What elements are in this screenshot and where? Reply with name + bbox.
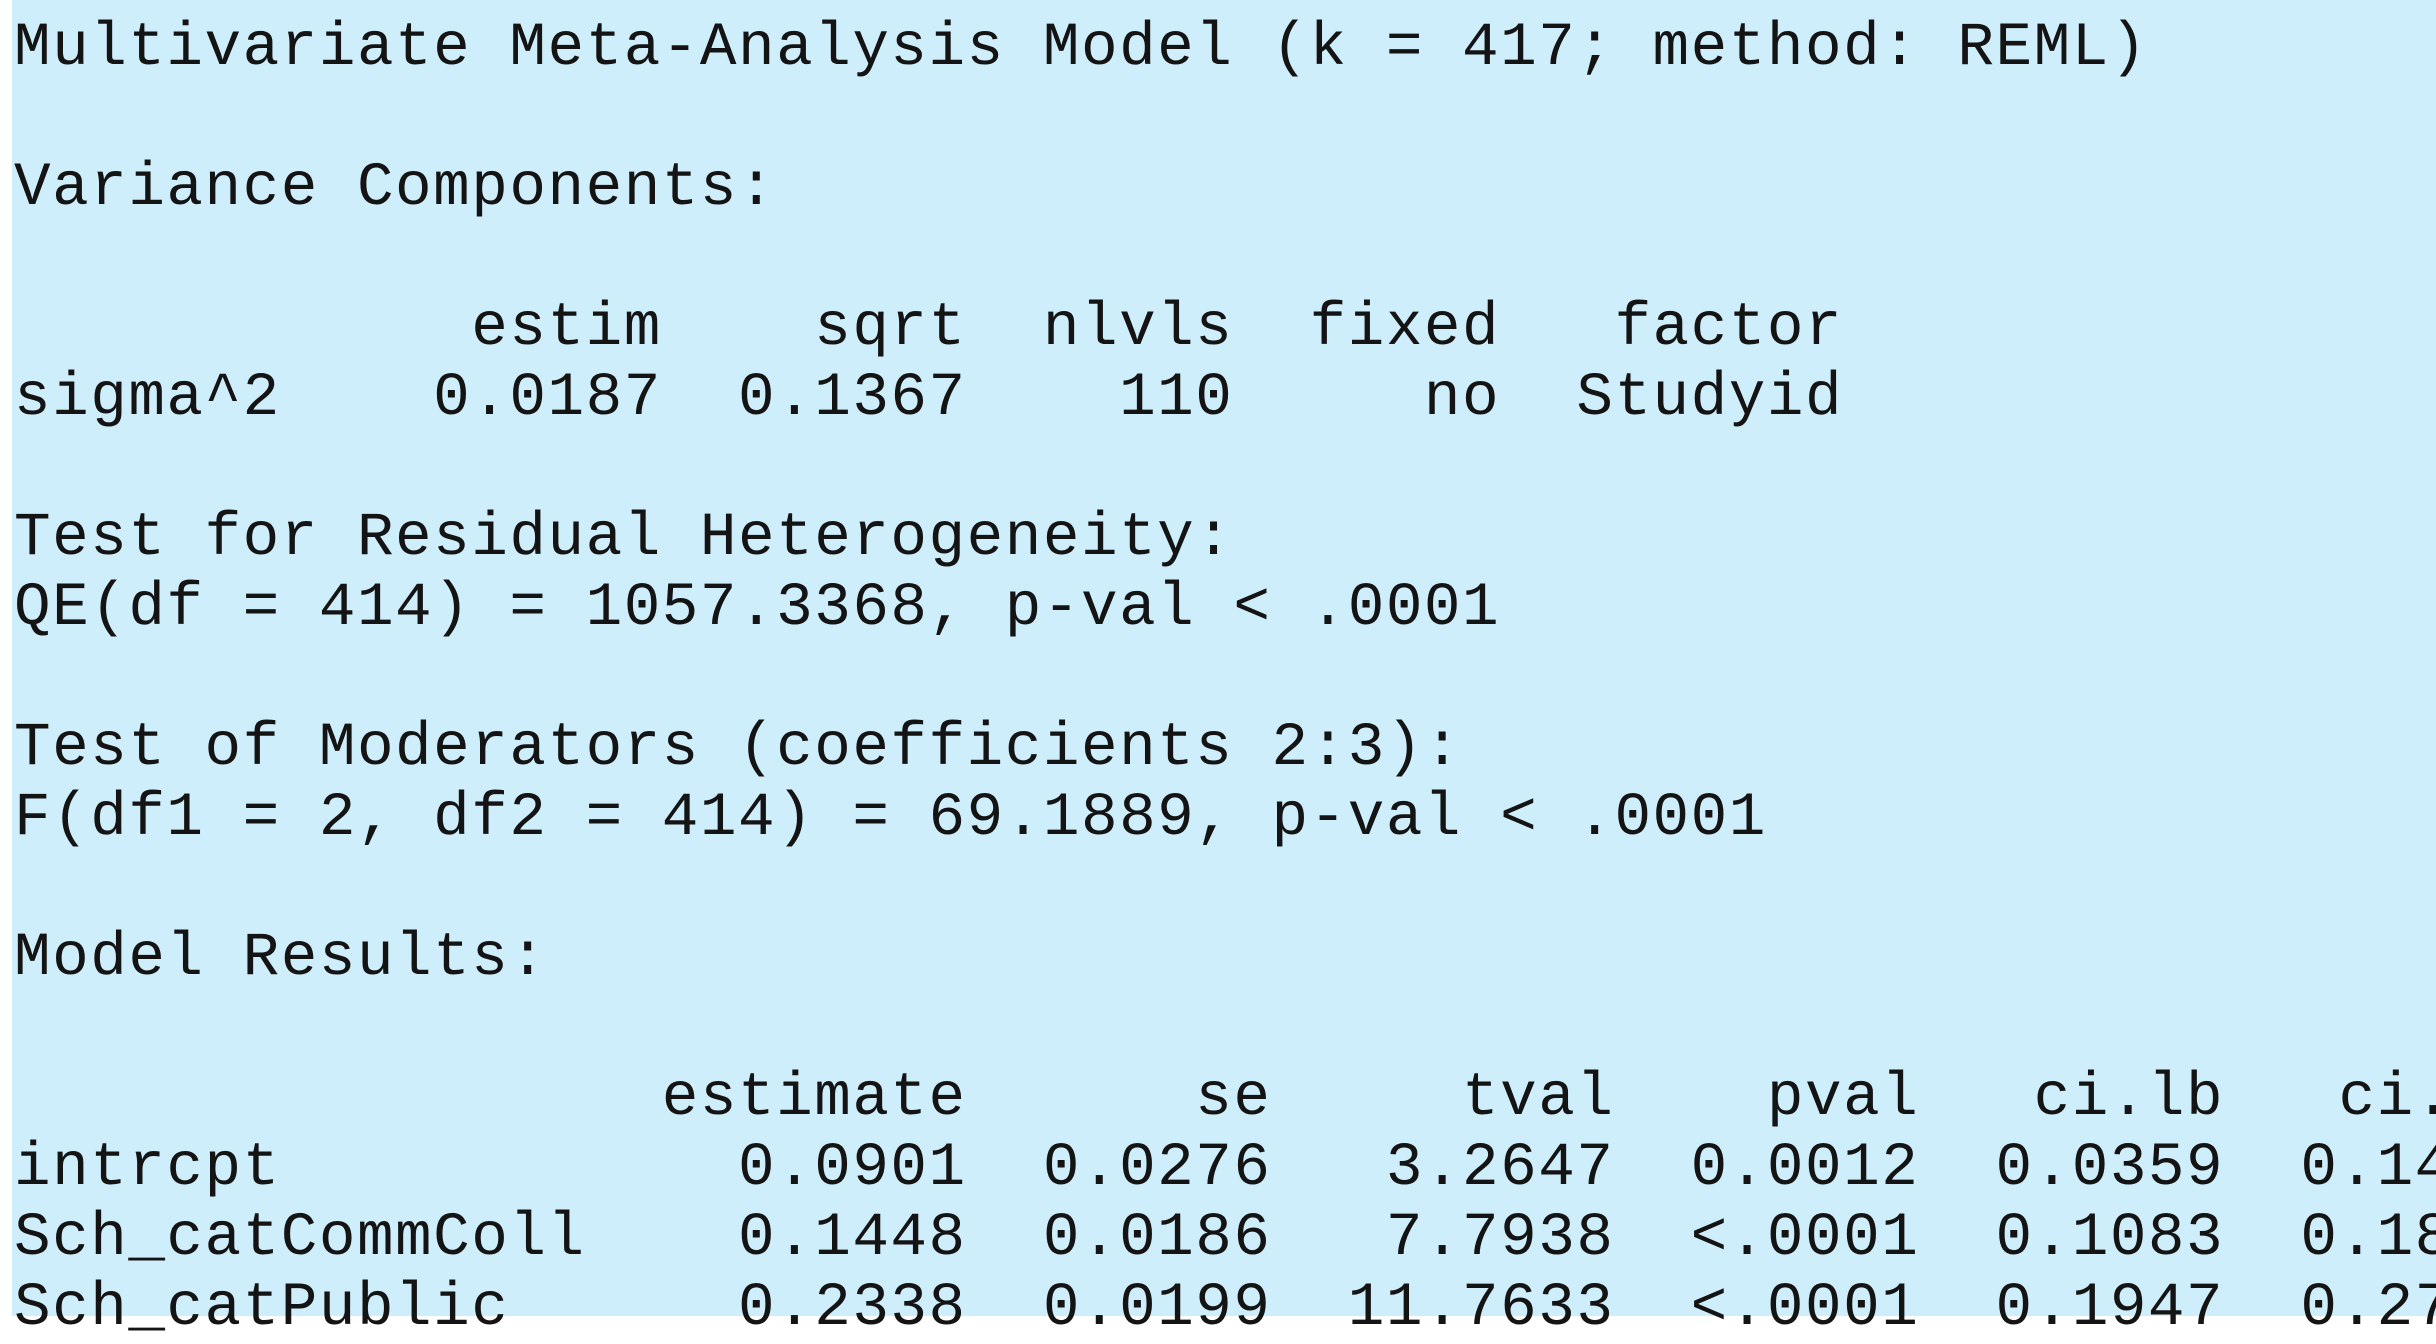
console-text: Multivariate Meta-Analysis Model (k = 41… [14,14,2436,1344]
results-table-header: estimate se tval pval ci.lb ci.ub [14,1064,2436,1133]
results-table-row: Sch_catPublic 0.2338 0.0199 11.7633 <.00… [14,1274,2436,1343]
console-output-panel: Multivariate Meta-Analysis Model (k = 41… [12,0,2436,1343]
model-results-title: Model Results: [14,924,548,993]
residual-heterogeneity-value: QE(df = 414) = 1057.3368, p-val < .0001 [14,574,1501,643]
residual-heterogeneity-title: Test for Residual Heterogeneity: [14,504,1234,573]
moderators-test-title: Test of Moderators (coefficients 2:3): [14,714,1463,783]
variance-components-title: Variance Components: [14,154,777,223]
variance-table-header: estim sqrt nlvls fixed factor [14,294,1844,363]
moderators-test-value: F(df1 = 2, df2 = 414) = 69.1889, p-val <… [14,784,1767,853]
variance-table-row: sigma^2 0.0187 0.1367 110 no Studyid [14,364,1844,433]
model-header: Multivariate Meta-Analysis Model (k = 41… [14,14,2148,83]
results-table-row: Sch_catCommColl 0.1448 0.0186 7.7938 <.0… [14,1204,2436,1273]
results-table-row: intrcpt 0.0901 0.0276 3.2647 0.0012 0.03… [14,1134,2436,1203]
